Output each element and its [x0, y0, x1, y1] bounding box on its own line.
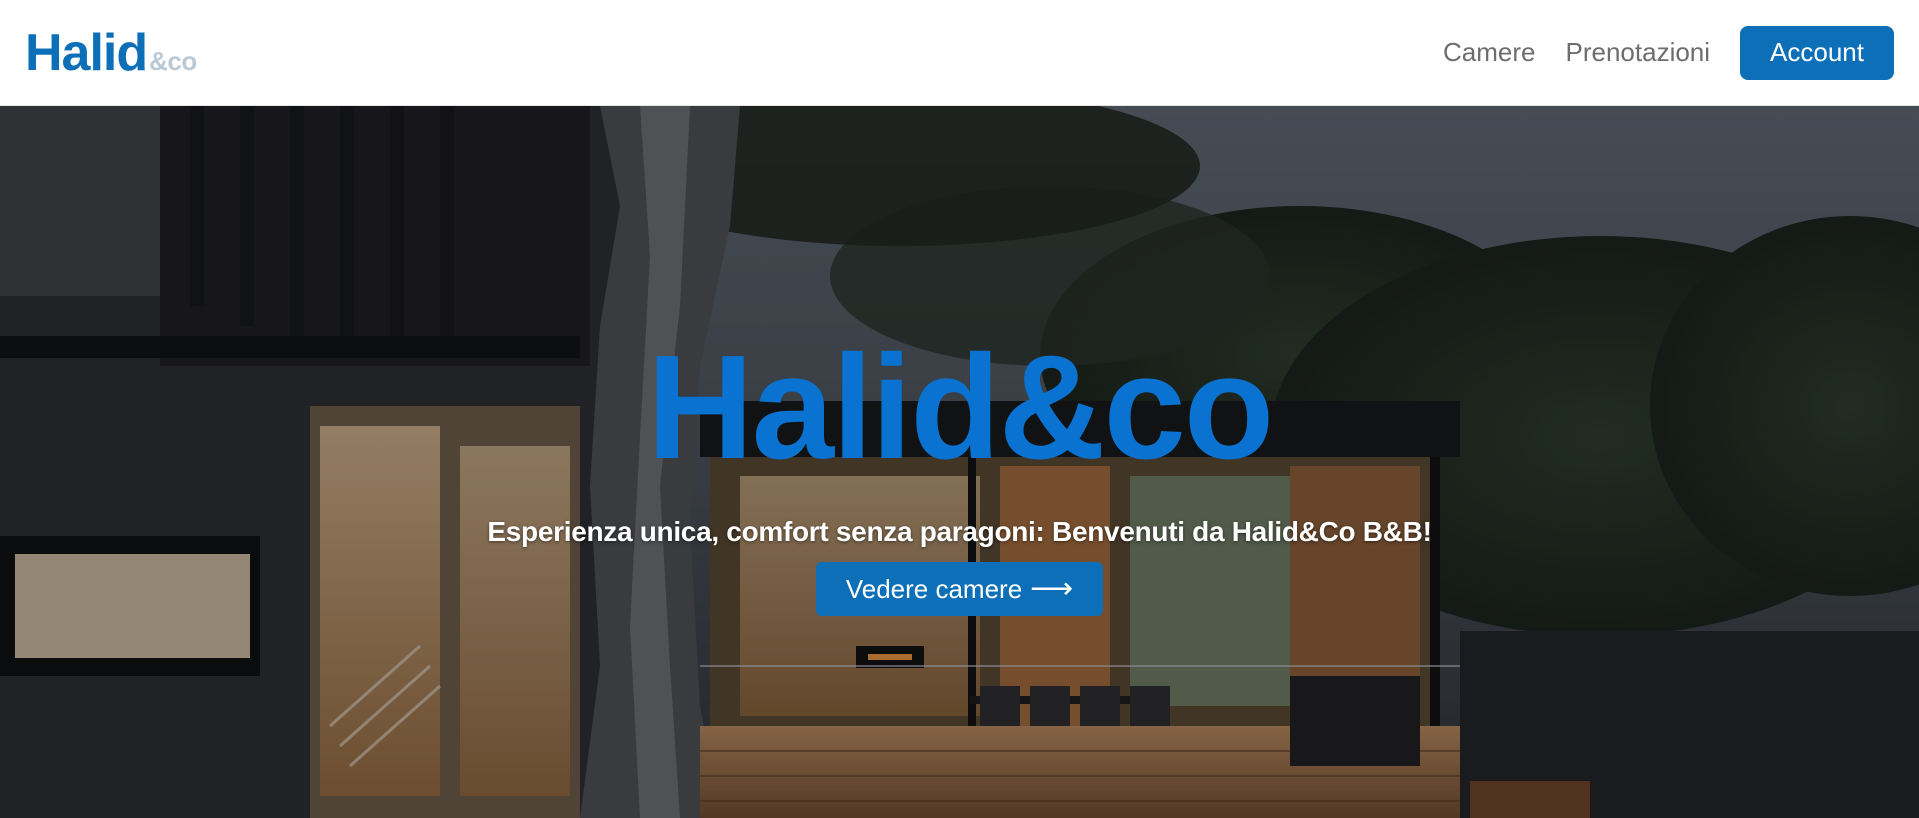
nav-menu: Camere Prenotazioni Account	[1443, 25, 1894, 80]
brand-logo[interactable]: Halid &co	[25, 27, 197, 79]
hero-title: Halid&co	[646, 325, 1274, 490]
hero-content: Halid&co Esperienza unica, comfort senza…	[0, 106, 1919, 818]
nav-link-prenotazioni[interactable]: Prenotazioni	[1566, 37, 1711, 68]
nav-link-camere[interactable]: Camere	[1443, 37, 1535, 68]
brand-main-text: Halid	[25, 23, 148, 82]
hero-subtitle: Esperienza unica, comfort senza paragoni…	[487, 516, 1432, 547]
see-rooms-label: Vedere camere	[845, 573, 1023, 604]
hero-section: Halid&co Esperienza unica, comfort senza…	[0, 106, 1919, 818]
account-button[interactable]: Account	[1740, 25, 1894, 80]
arrow-right-icon: ⟶	[1030, 572, 1074, 605]
see-rooms-button[interactable]: Vedere camere ⟶	[815, 562, 1104, 616]
navbar: Halid &co Camere Prenotazioni Account	[0, 0, 1919, 106]
brand-sub-text: &co	[149, 45, 197, 76]
